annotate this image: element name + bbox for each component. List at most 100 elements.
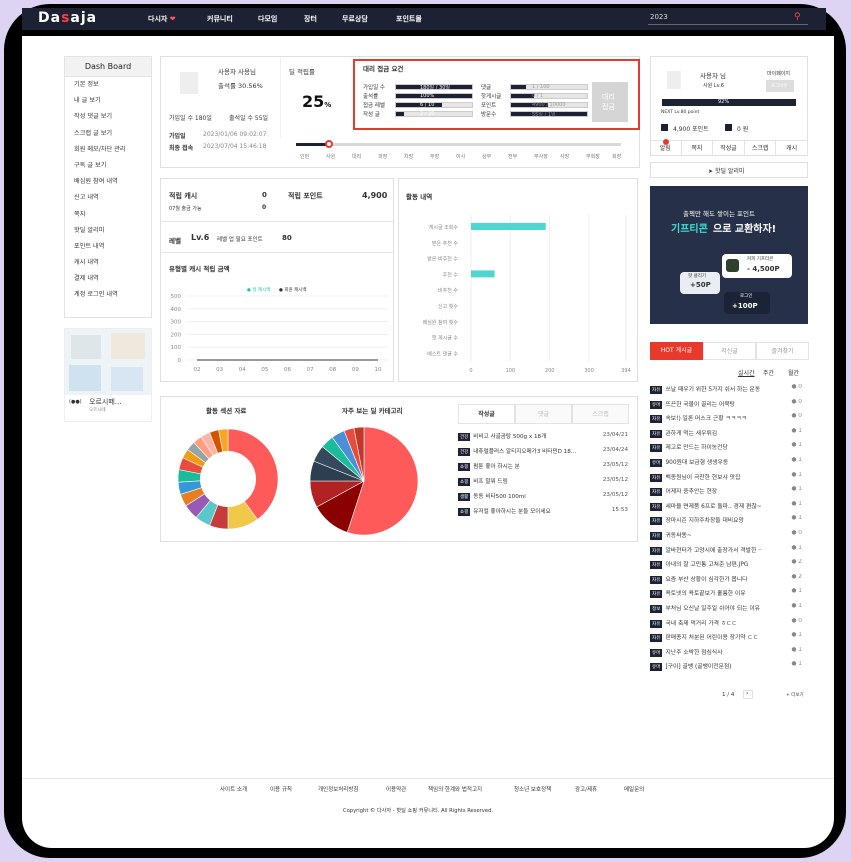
ad-box[interactable]: (●●) 오르시떼... 오르시떼 — [64, 328, 152, 422]
hot-post-row[interactable]: 자유 귀동싸똥~ ● 0 — [650, 530, 808, 544]
search-icon[interactable]: ⚲ — [794, 12, 801, 22]
sidebar-item[interactable]: 내 글 보기 — [65, 93, 151, 109]
hot-post-row[interactable]: 자유 욕토넷의 욕토끝보가 훌륭한 이유 ● 1 — [650, 588, 808, 602]
user-menu-1[interactable]: 쪽지 — [681, 140, 714, 156]
sidebar-item[interactable]: 스크랩 글 보기 — [65, 126, 151, 142]
user-menu-2[interactable]: 작성글 — [713, 140, 745, 156]
hot-post-row[interactable]: 자유 관하게 먹는 새우튀김 ● 1 — [650, 428, 808, 442]
hot-post-row[interactable]: 유머 [구이] 골뱅 (골뱅이전문점) ● 1 — [650, 661, 808, 675]
nav-item-4[interactable]: 무료상담 — [342, 14, 368, 24]
more-link[interactable]: + 더보기 — [786, 692, 804, 698]
level-knob[interactable] — [325, 140, 333, 148]
hot-post-row[interactable]: 자유 쓰날 때우기 위한 5가지 쉬서 하는 운동 ● 0 — [650, 384, 808, 398]
search-input[interactable]: 2023 — [648, 13, 808, 25]
footer-link[interactable]: 청소년 보호정책 — [514, 785, 551, 793]
level-step-label: 부사장 — [534, 154, 548, 160]
recent-post-row[interactable]: 쇼핑 펌툰 좋아 하시는 분 23/05/12 — [458, 462, 628, 476]
period-0[interactable]: 실시간 — [738, 368, 755, 377]
sidebar-item[interactable]: 신고 내역 — [65, 190, 151, 206]
recent-post-row[interactable]: 쇼핑 유저컬 좋아하시는 분들 모이세요 15:53 — [458, 507, 628, 521]
agent-req-bar — [510, 93, 588, 99]
recent-post-row[interactable]: 생활 동동 비타500 100ml 23/05/12 — [458, 492, 628, 506]
footer-link[interactable]: 광고/제휴 — [575, 785, 597, 793]
sidebar-item[interactable]: 작성 댓글 보기 — [65, 109, 151, 125]
hot-post-row[interactable]: 자유 어제자 중추안는 현장 ● 1 — [650, 486, 808, 500]
sidebar-item[interactable]: 구독 글 보기 — [65, 158, 151, 174]
activity-donut-chart — [177, 428, 279, 530]
post-tag: 자유 — [650, 429, 663, 438]
hot-post-row[interactable]: 유머 900원대 보금형 생생우동 ● 1 — [650, 457, 808, 471]
footer-link[interactable]: 책임의 한계와 법적고지 — [428, 785, 482, 793]
nav-item-2[interactable]: 다모임 — [258, 14, 277, 24]
period-2[interactable]: 월간 — [788, 368, 799, 377]
category-label: 신고 횟수 — [438, 303, 458, 310]
comment-count: ● 0 — [791, 398, 802, 405]
post-tag: 자유 — [650, 634, 663, 643]
level-step-label: 인턴 — [300, 154, 310, 160]
hot-tab-0[interactable]: HOT 게시글 — [650, 342, 703, 360]
cash-icon — [725, 124, 732, 131]
recent-post-row[interactable]: 건강 내츄럴플러스 알티지오메가3 비타민D 18… 23/04/24 — [458, 447, 628, 461]
last-login-value: 2023/07/04 15:46:18 — [203, 143, 267, 150]
agent-req-text: 0 / 1 — [532, 93, 544, 99]
footer-link[interactable]: 메일문의 — [624, 785, 644, 793]
post-tag: 유머 — [650, 459, 663, 467]
category-label: 핫 게시글 수 — [432, 335, 459, 342]
hot-post-row[interactable]: 자유 장마시즌 지하주차장들 대비요망 ● 1 — [650, 515, 808, 529]
sidebar-item[interactable]: 회원 메모/차단 관리 — [65, 142, 151, 158]
activity-title: 활동 내역 — [406, 193, 433, 201]
site-logo[interactable]: Dasaja — [38, 10, 97, 26]
hot-tab-1[interactable]: 저신글 — [703, 342, 756, 360]
nav-item-0[interactable]: 다시자 ❤ — [148, 14, 176, 24]
hot-post-row[interactable]: 정보 부처님 오신날 일주일 쉬어야 되는 이유 ● 1 — [650, 603, 808, 617]
hot-post-row[interactable]: 유머 뜨끈한 국물이 끌리는 어묵탕 ● 0 — [650, 399, 808, 413]
post-date: 23/05/12 — [602, 492, 628, 498]
pie2-title: 자주 보는 딜 카테고리 — [342, 407, 403, 415]
footer-link[interactable]: 이용 규칙 — [270, 785, 292, 793]
recent-post-row[interactable]: 쇼핑 비프 말뭐 드림 23/05/12 — [458, 477, 628, 491]
user-menu-3[interactable]: 스크랩 — [744, 140, 777, 156]
coffee-value: - 4,500P — [747, 265, 780, 273]
sidebar-item[interactable]: 배심원 참여 내역 — [65, 174, 151, 190]
footer-link[interactable]: 사이트 소개 — [220, 785, 247, 793]
footer-link[interactable]: 개인정보처리방침 — [318, 785, 358, 793]
sidebar-item[interactable]: 캐시 내역 — [65, 255, 151, 271]
sidebar-item[interactable]: 핫딜 알리미 — [65, 223, 151, 239]
hot-tab-2[interactable]: 즐겨찾기 — [756, 342, 809, 360]
post-tag: 자유 — [650, 590, 663, 599]
tab-2[interactable]: 스크랩 — [572, 404, 629, 424]
hot-post-row[interactable]: 자유 속보!) 일론 머스크 근황 ㅋㅋㅋㅋ ● 0 — [650, 413, 808, 427]
sidebar-item[interactable]: 기본 정보 — [65, 77, 151, 93]
post-title: 판매종지 처분된 어린이용 장기약 ㄷㄷ — [665, 635, 759, 642]
sidebar-item[interactable]: 계정 로그인 내역 — [65, 287, 151, 303]
nav-item-3[interactable]: 장터 — [304, 14, 317, 24]
hot-post-row[interactable]: 자유 판매종지 처분된 어린이용 장기약 ㄷㄷ ● 1 — [650, 632, 808, 646]
hot-post-row[interactable]: 자유 세마을 면제품 6프로 돌파.. 경제 편찮~ ● 1 — [650, 501, 808, 515]
sidebar-item[interactable]: 쪽지 — [65, 207, 151, 223]
hot-post-row[interactable]: 자유 요즘 부산 상황이 심각한가 봅니다 ● 2 — [650, 574, 808, 588]
hot-post-row[interactable]: 자유 아내의 잘 고민통 고쳐준 남편.JPG ● 2 — [650, 559, 808, 573]
hot-post-row[interactable]: 유머 지난주 소박한 점심식사 ● 1 — [650, 647, 808, 661]
agent-req-fill — [511, 94, 534, 98]
recent-post-row[interactable]: 건강 비비고 사골곰탕 500g x 18개 23/04/21 — [458, 432, 628, 446]
period-1[interactable]: 주간 — [763, 368, 774, 377]
level-step-label: 전무 — [508, 154, 518, 160]
x-tick-label: 06 — [284, 367, 291, 373]
agent-req-text: 4900 / 10000 — [532, 102, 566, 108]
hot-post-row[interactable]: 자유 국내 축제 먹거리 가격 ㅎㄷㄷ ● 0 — [650, 618, 808, 632]
tab-1[interactable]: 댓글 — [515, 404, 572, 424]
sidebar-item[interactable]: 결제 내역 — [65, 271, 151, 287]
agent-req-label: 접금 레벨 — [363, 103, 385, 109]
nav-item-5[interactable]: 포인트몰 — [396, 14, 422, 24]
level-track — [296, 143, 621, 146]
footer-link[interactable]: 이용약관 — [386, 785, 406, 793]
sidebar-item[interactable]: 포인트 내역 — [65, 239, 151, 255]
profile-avatar — [180, 72, 198, 94]
hot-post-row[interactable]: 자유 알바현터가 고양시에 출장가서 격발한 ·· ● 1 — [650, 545, 808, 559]
nav-item-1[interactable]: 커뮤니티 — [207, 14, 233, 24]
hot-post-row[interactable]: 자유 백종원님이 극찬한 현보샤 맛집 ● 1 — [650, 472, 808, 486]
user-menu-4[interactable]: 캐시 — [776, 140, 808, 156]
tab-0[interactable]: 작성글 — [458, 404, 515, 424]
mypage-link[interactable]: 마이페이지 — [767, 70, 790, 77]
hot-post-row[interactable]: 자유 제고로 만드는 하이농건당 ● 1 — [650, 442, 808, 456]
